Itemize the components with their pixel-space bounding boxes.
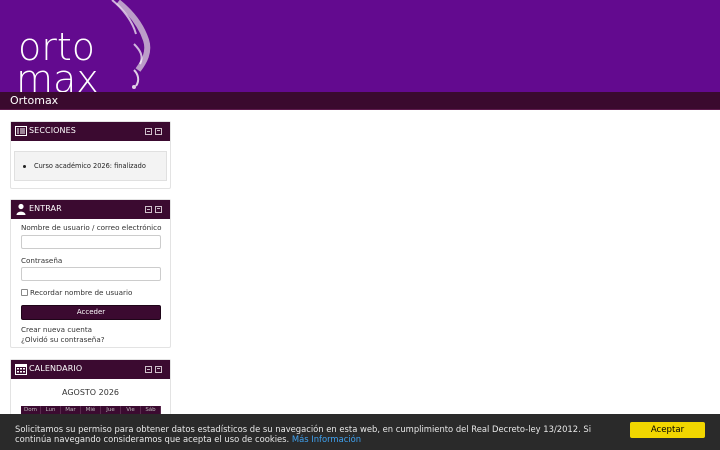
dock-icon[interactable]: [155, 366, 162, 373]
list-icon: [15, 126, 27, 136]
logo-text-max: max: [16, 57, 99, 92]
password-input[interactable]: [21, 267, 161, 281]
remember-checkbox[interactable]: [21, 289, 28, 296]
create-account-link[interactable]: Crear nueva cuenta: [21, 325, 92, 334]
forgot-password-link[interactable]: ¿Olvidó su contraseña?: [21, 335, 105, 344]
navbar: Ortomax: [0, 92, 720, 110]
dock-icon[interactable]: [155, 128, 162, 135]
block-header: SECCIONES: [11, 122, 170, 141]
bullet-icon: [23, 165, 26, 168]
dock-icon[interactable]: [155, 206, 162, 213]
block-title: ENTRAR: [29, 204, 62, 213]
navbar-brand[interactable]: Ortomax: [10, 94, 58, 107]
remember-label: Recordar nombre de usuario: [30, 288, 133, 297]
cookie-message-wrap: Solicitamos su permiso para obtener dato…: [15, 424, 615, 444]
section-link[interactable]: Curso académico 2026: finalizado: [34, 162, 146, 170]
block-title: SECCIONES: [29, 126, 76, 135]
block-header: ENTRAR: [11, 200, 170, 219]
site-header: orto max: [0, 0, 720, 92]
calendar-icon: [15, 364, 27, 375]
collapse-icon[interactable]: [145, 128, 152, 135]
section-list: Curso académico 2026: finalizado: [14, 151, 167, 181]
password-label: Contraseña: [21, 256, 63, 265]
block-entrar: ENTRAR Nombre de usuario / correo electr…: [10, 199, 171, 348]
more-info-link[interactable]: Más Información: [292, 434, 361, 444]
block-calendario: CALENDARIO AGOSTO 2026 Dom Lun Mar Mié J…: [10, 359, 171, 415]
username-label: Nombre de usuario / correo electrónico: [21, 223, 162, 232]
calendar-month: AGOSTO 2026: [62, 388, 119, 397]
ortomax-logo[interactable]: orto max: [0, 0, 160, 92]
block-title: CALENDARIO: [29, 364, 83, 373]
user-icon: [16, 203, 26, 215]
block-secciones: SECCIONES Curso académico 2026: finaliza…: [10, 121, 171, 189]
username-input[interactable]: [21, 235, 161, 249]
accept-cookies-button[interactable]: Aceptar: [630, 422, 705, 438]
login-button[interactable]: Acceder: [21, 305, 161, 320]
collapse-icon[interactable]: [145, 366, 152, 373]
collapse-icon[interactable]: [145, 206, 152, 213]
block-header: CALENDARIO: [11, 360, 170, 379]
cookie-banner: Solicitamos su permiso para obtener dato…: [0, 414, 720, 450]
